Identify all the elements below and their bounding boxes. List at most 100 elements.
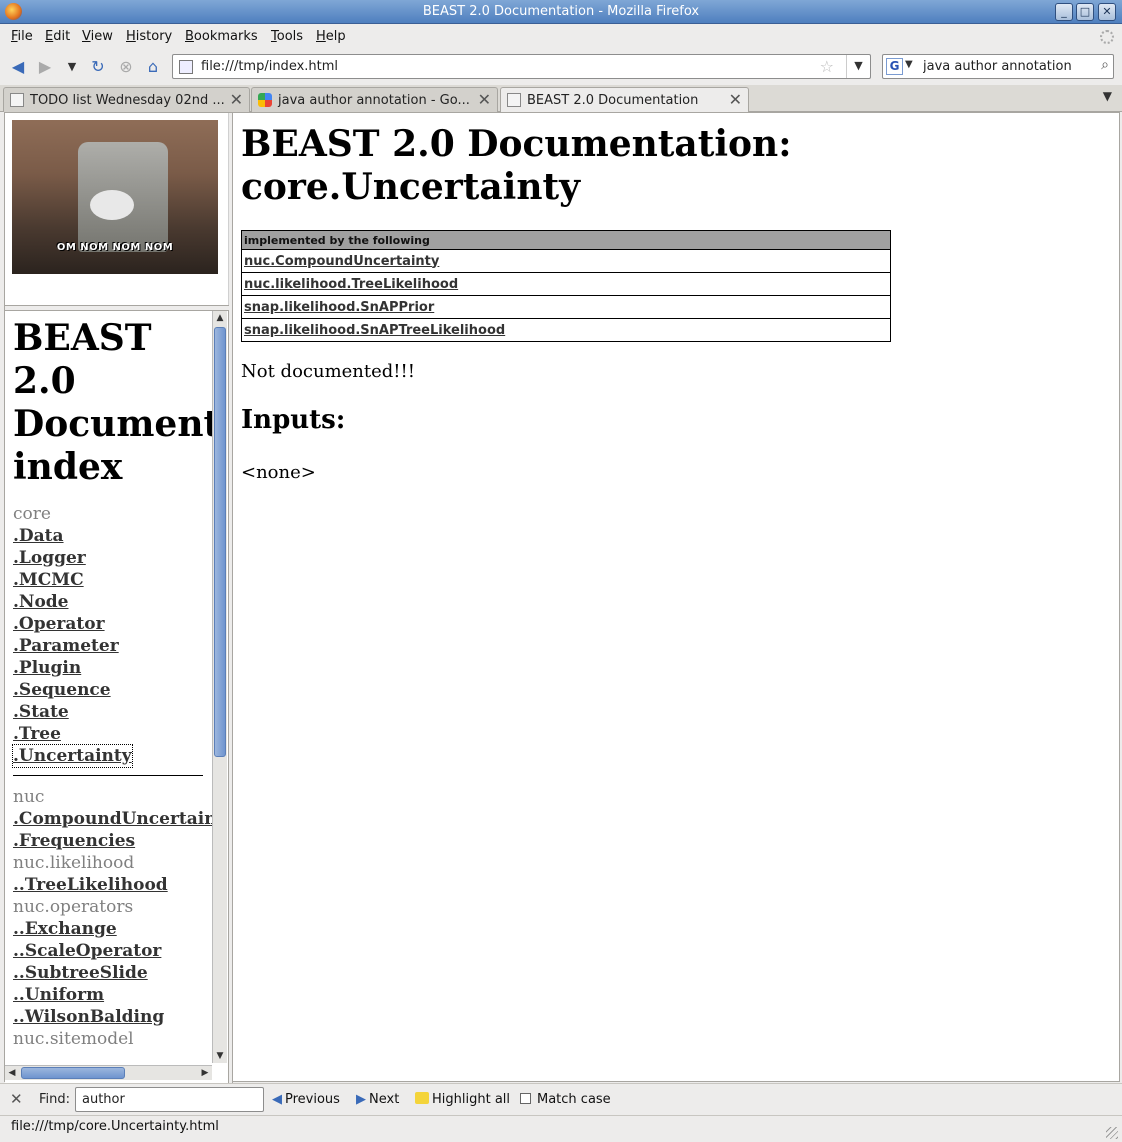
close-tab-icon[interactable]: ✕ xyxy=(478,90,491,109)
implementation-link[interactable]: nuc.CompoundUncertainty xyxy=(244,254,439,269)
find-next-button[interactable]: ▶ Next xyxy=(356,1092,399,1107)
checkbox-icon[interactable] xyxy=(520,1093,531,1104)
close-findbar-icon[interactable]: ✕ xyxy=(10,1090,23,1108)
implementation-link[interactable]: snap.likelihood.SnAPTreeLikelihood xyxy=(244,323,505,338)
frame-splitter-vertical[interactable] xyxy=(229,113,233,1083)
menu-tools[interactable]: Tools xyxy=(271,29,303,44)
menu-history[interactable]: History xyxy=(126,29,172,44)
index-title-line: 2.0 xyxy=(13,360,76,402)
page-title: BEAST 2.0 Documentation: core.Uncertaint… xyxy=(241,123,941,209)
url-input[interactable] xyxy=(201,58,801,75)
scroll-down-icon[interactable]: ▼ xyxy=(213,1049,227,1063)
index-link-selected[interactable]: .Uncertainty xyxy=(12,744,133,768)
tab-todo[interactable]: TODO list Wednesday 02nd ... ✕ xyxy=(3,87,250,112)
index-title-line: BEAST xyxy=(13,317,152,359)
url-bar[interactable]: ☆ ▼ xyxy=(172,54,871,79)
forward-arrow-icon[interactable]: ▶ xyxy=(35,57,55,77)
menu-edit[interactable]: Edit xyxy=(45,29,70,44)
index-link[interactable]: .MCMC xyxy=(13,569,212,591)
index-link[interactable]: ..WilsonBalding xyxy=(13,1006,212,1028)
index-link[interactable]: .CompoundUncertainty xyxy=(13,808,212,830)
minimize-button[interactable]: _ xyxy=(1055,3,1073,21)
inputs-heading: Inputs: xyxy=(241,405,346,435)
search-bar[interactable]: G ▼ ⌕ xyxy=(882,54,1114,79)
table-row: nuc.likelihood.TreeLikelihood xyxy=(241,272,891,296)
package-label-core: core xyxy=(13,504,51,524)
index-link[interactable]: .Tree xyxy=(13,723,212,745)
search-icon[interactable]: ⌕ xyxy=(1101,57,1109,73)
index-link[interactable]: .Data xyxy=(13,525,212,547)
menu-view[interactable]: View xyxy=(82,29,113,44)
implementation-link[interactable]: nuc.likelihood.TreeLikelihood xyxy=(244,277,458,292)
search-input[interactable] xyxy=(923,58,1088,75)
index-title: BEAST 2.0 Documentation index xyxy=(13,317,212,489)
index-link[interactable]: ..TreeLikelihood xyxy=(13,874,212,896)
throbber-icon xyxy=(1100,30,1114,44)
find-bar: ✕ Find: ◀Previous ▶Next Highlight all Ma… xyxy=(0,1083,1122,1114)
page-icon xyxy=(179,60,193,74)
index-link[interactable]: .Operator xyxy=(13,613,212,635)
scrollbar-thumb[interactable] xyxy=(21,1067,125,1079)
stop-icon[interactable]: ⊗ xyxy=(116,57,136,77)
engine-dropdown-icon[interactable]: ▼ xyxy=(905,59,913,70)
maximize-button[interactable]: □ xyxy=(1076,3,1094,21)
bookmark-star-icon[interactable]: ☆ xyxy=(820,57,834,76)
scroll-up-icon[interactable]: ▲ xyxy=(213,311,227,325)
lolcat-image: OM NOM NOM NOM xyxy=(12,120,218,274)
match-case-checkbox[interactable]: Match case xyxy=(520,1092,611,1107)
page-icon xyxy=(507,93,521,107)
highlight-all-label: Highlight all xyxy=(432,1092,511,1107)
match-case-label: Match case xyxy=(537,1092,611,1107)
menu-help[interactable]: Help xyxy=(316,29,346,44)
index-scroll-area[interactable]: BEAST 2.0 Documentation index core .Data… xyxy=(5,311,212,1063)
implementation-link[interactable]: snap.likelihood.SnAPPrior xyxy=(244,300,434,315)
index-link[interactable]: .Node xyxy=(13,591,212,613)
find-previous-button[interactable]: ◀ Previous xyxy=(272,1092,340,1107)
index-divider xyxy=(13,775,203,776)
package-label-nuc: nuc xyxy=(13,787,45,807)
tab-google[interactable]: java author annotation - Go... ✕ xyxy=(251,87,498,112)
index-link[interactable]: .Plugin xyxy=(13,657,212,679)
inputs-value: <none> xyxy=(241,462,316,483)
highlight-all-button[interactable]: Highlight all xyxy=(415,1092,510,1107)
index-vertical-scrollbar[interactable]: ▲ ▼ xyxy=(212,311,227,1063)
index-horizontal-scrollbar[interactable]: ◀ ▶ xyxy=(5,1065,212,1080)
grin-shape xyxy=(90,190,134,220)
index-link[interactable]: .Frequencies xyxy=(13,830,212,852)
index-link[interactable]: ..SubtreeSlide xyxy=(13,962,212,984)
history-dropdown-icon[interactable]: ▼ xyxy=(62,57,82,77)
find-input[interactable] xyxy=(75,1087,264,1112)
tab-beast-docs[interactable]: BEAST 2.0 Documentation ✕ xyxy=(500,87,749,113)
window-title: BEAST 2.0 Documentation - Mozilla Firefo… xyxy=(422,4,700,19)
package-label-nuc-likelihood: nuc.likelihood xyxy=(13,853,135,873)
close-button[interactable]: ✕ xyxy=(1098,3,1116,21)
index-link[interactable]: .State xyxy=(13,701,212,723)
close-tab-icon[interactable]: ✕ xyxy=(729,90,742,109)
resize-grip-icon[interactable] xyxy=(1106,1127,1118,1139)
home-icon[interactable]: ⌂ xyxy=(143,57,163,77)
menu-file[interactable]: File xyxy=(11,29,33,44)
list-all-tabs-icon[interactable]: ▼ xyxy=(1103,89,1112,103)
menu-bookmarks[interactable]: Bookmarks xyxy=(185,29,258,44)
table-header: implemented by the following xyxy=(241,230,891,250)
url-dropdown-icon[interactable]: ▼ xyxy=(846,55,870,78)
reload-icon[interactable]: ↻ xyxy=(88,57,108,77)
index-content: BEAST 2.0 Documentation index core .Data… xyxy=(12,317,212,1050)
back-arrow-icon[interactable]: ◀ xyxy=(8,57,28,77)
google-engine-icon[interactable]: G xyxy=(886,58,903,75)
page-content: OM NOM NOM NOM BEAST 2.0 Documentation i… xyxy=(4,112,1120,1083)
logo-frame: OM NOM NOM NOM xyxy=(5,113,229,305)
index-link[interactable]: ..Exchange xyxy=(13,918,212,940)
scroll-left-icon[interactable]: ◀ xyxy=(5,1066,19,1080)
find-label: Find: xyxy=(39,1092,71,1107)
index-link[interactable]: .Parameter xyxy=(13,635,212,657)
scrollbar-thumb[interactable] xyxy=(214,327,226,757)
index-title-line: Documentation xyxy=(13,403,212,445)
scroll-right-icon[interactable]: ▶ xyxy=(198,1066,212,1080)
index-link[interactable]: ..ScaleOperator xyxy=(13,940,212,962)
highlighter-icon xyxy=(415,1092,429,1104)
index-link[interactable]: .Logger xyxy=(13,547,212,569)
index-link[interactable]: ..Uniform xyxy=(13,984,212,1006)
close-tab-icon[interactable]: ✕ xyxy=(230,90,243,109)
index-link[interactable]: .Sequence xyxy=(13,679,212,701)
